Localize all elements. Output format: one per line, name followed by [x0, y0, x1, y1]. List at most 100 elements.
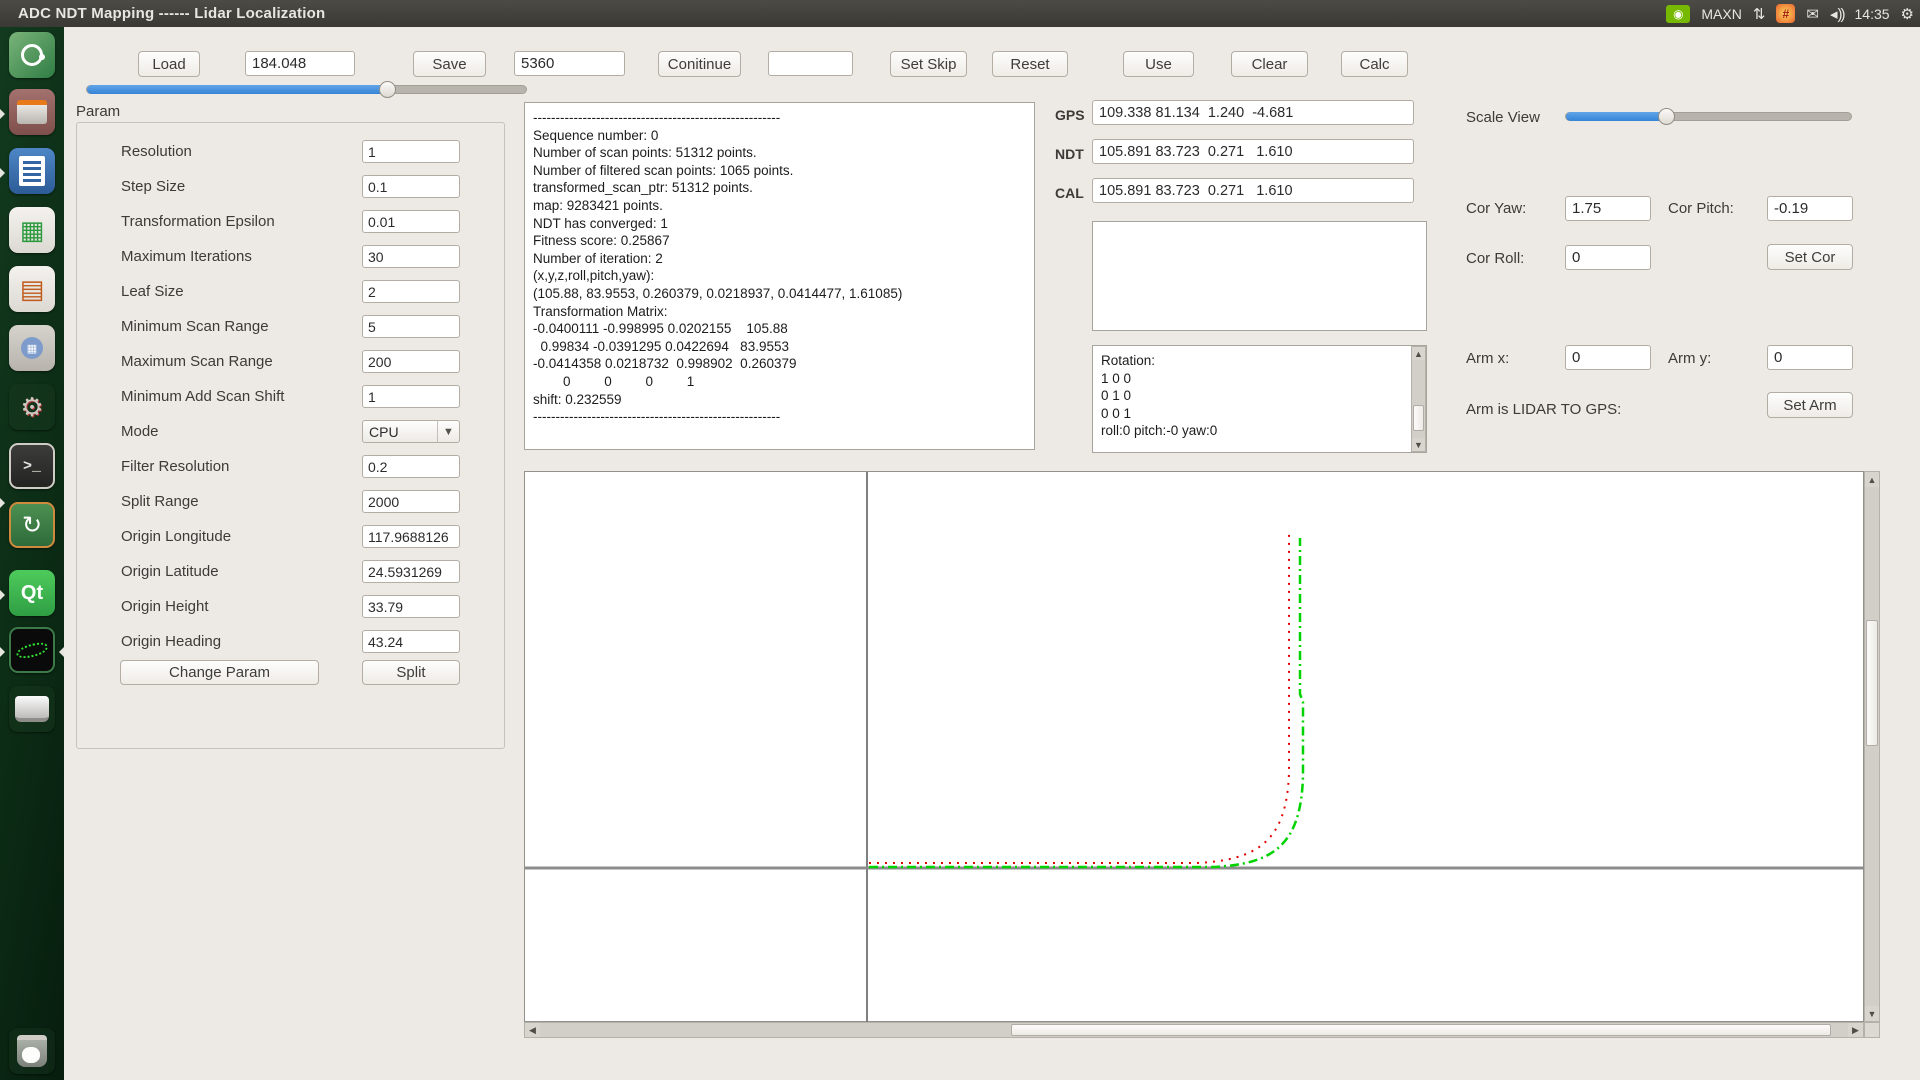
dock-item-qt-creator[interactable]: Qt — [9, 570, 55, 616]
writer-document-icon — [19, 156, 45, 186]
param-input[interactable] — [362, 280, 460, 303]
param-input[interactable] — [362, 175, 460, 198]
scroll-up-icon[interactable]: ▲ — [1412, 347, 1425, 360]
calc-button[interactable]: Calc — [1341, 51, 1408, 77]
param-input[interactable] — [362, 525, 460, 548]
use-button[interactable]: Use — [1123, 51, 1194, 77]
mode-select[interactable]: CPU▼ — [362, 420, 460, 443]
rotation-scrollbar-thumb[interactable] — [1413, 405, 1424, 431]
param-label: Origin Longitude — [121, 528, 231, 545]
dock-item-software-updater[interactable]: ↻ — [9, 502, 55, 548]
param-row-mode: ModeCPU▼ — [77, 414, 504, 449]
save-value-input[interactable] — [514, 51, 625, 76]
calc-spreadsheet-icon: ▦ — [20, 217, 45, 243]
set-skip-button[interactable]: Set Skip — [890, 51, 967, 77]
param-label: Minimum Scan Range — [121, 318, 269, 335]
dock-item-libreoffice-impress[interactable]: ▤ — [9, 266, 55, 312]
continue-value-input[interactable] — [768, 51, 853, 76]
param-input[interactable] — [362, 245, 460, 268]
ndt-label: NDT — [1055, 146, 1084, 162]
param-label: Step Size — [121, 178, 185, 195]
param-label: Origin Latitude — [121, 563, 219, 580]
dock-item-terminal[interactable]: >_ — [9, 443, 55, 489]
dock-item-disk-utility[interactable] — [9, 686, 55, 732]
plot-vscrollbar[interactable]: ▲ ▼ — [1864, 471, 1880, 1022]
rotation-scrollbar[interactable]: ▲ ▼ — [1411, 346, 1426, 452]
gpu-mode-label[interactable]: MAXN — [1701, 6, 1741, 22]
ndt-value-input[interactable] — [1092, 139, 1414, 164]
arm-y-input[interactable] — [1767, 345, 1853, 370]
param-row-minimum-scan-range: Minimum Scan Range — [77, 309, 504, 344]
dock-item-file-manager[interactable] — [9, 89, 55, 135]
nvidia-icon[interactable]: ◉ — [1666, 5, 1690, 23]
network-arrows-icon[interactable]: ⇅ — [1753, 5, 1766, 23]
terminal-prompt-icon: >_ — [23, 458, 41, 475]
dock-item-trash[interactable] — [9, 1028, 55, 1074]
dock-item-libreoffice-calc[interactable]: ▦ — [9, 207, 55, 253]
param-input[interactable] — [362, 140, 460, 163]
cor-pitch-input[interactable] — [1767, 196, 1853, 221]
scroll-down-icon[interactable]: ▼ — [1865, 1006, 1879, 1021]
set-arm-button[interactable]: Set Arm — [1767, 392, 1853, 418]
param-input[interactable] — [362, 350, 460, 373]
timeline-slider-handle[interactable] — [379, 81, 396, 98]
param-input[interactable] — [362, 630, 460, 653]
dock-item-software-center[interactable]: ▦ — [9, 325, 55, 371]
load-value-input[interactable] — [245, 51, 355, 76]
input-method-icon[interactable]: # — [1776, 4, 1795, 23]
continue-button[interactable]: Conitinue — [658, 51, 741, 77]
param-input[interactable] — [362, 210, 460, 233]
param-label: Filter Resolution — [121, 458, 229, 475]
cal-value-input[interactable] — [1092, 178, 1414, 203]
dock-item-lidar-app[interactable] — [9, 627, 55, 673]
arm-x-input[interactable] — [1565, 345, 1651, 370]
plot-hscrollbar[interactable]: ◀ ▶ — [524, 1022, 1864, 1038]
param-label: Origin Heading — [121, 633, 221, 650]
change-param-button[interactable]: Change Param — [120, 660, 319, 685]
status-box[interactable] — [1092, 221, 1427, 331]
plot-hscrollbar-thumb[interactable] — [1011, 1024, 1831, 1036]
param-input[interactable] — [362, 595, 460, 618]
param-input[interactable] — [362, 385, 460, 408]
split-button[interactable]: Split — [362, 660, 460, 685]
clock[interactable]: 14:35 — [1855, 6, 1890, 22]
mail-icon[interactable]: ✉ — [1806, 5, 1819, 23]
scale-view-slider-handle[interactable] — [1658, 108, 1675, 125]
timeline-slider[interactable] — [86, 85, 527, 94]
cal-label: CAL — [1055, 185, 1084, 201]
dock-item-ubuntu-dash[interactable] — [9, 32, 55, 78]
clear-button[interactable]: Clear — [1231, 51, 1308, 77]
gps-value-input[interactable] — [1092, 100, 1414, 125]
rotation-box[interactable]: Rotation: 1 0 0 0 1 0 0 0 1 roll:0 pitch… — [1092, 345, 1427, 453]
param-input[interactable] — [362, 560, 460, 583]
trajectory-plot — [525, 472, 1865, 1023]
plot-canvas[interactable] — [524, 471, 1864, 1022]
param-input[interactable] — [362, 315, 460, 338]
running-pip — [0, 498, 5, 508]
param-input[interactable] — [362, 455, 460, 478]
software-bag-icon: ▦ — [21, 337, 43, 359]
param-label: Resolution — [121, 143, 192, 160]
focused-pip — [59, 647, 64, 657]
trash-icon — [17, 1035, 47, 1067]
session-gear-icon[interactable]: ⚙ — [1901, 5, 1914, 23]
scale-view-slider[interactable] — [1565, 112, 1852, 121]
reset-button[interactable]: Reset — [992, 51, 1068, 77]
scroll-right-icon[interactable]: ▶ — [1848, 1023, 1863, 1037]
plot-vscrollbar-thumb[interactable] — [1866, 620, 1878, 746]
top-panel: ADC NDT Mapping ------ Lidar Localizatio… — [0, 0, 1920, 27]
set-cor-button[interactable]: Set Cor — [1767, 244, 1853, 270]
running-pip — [0, 168, 5, 178]
scroll-up-icon[interactable]: ▲ — [1865, 472, 1879, 487]
cor-yaw-input[interactable] — [1565, 196, 1651, 221]
cor-roll-input[interactable] — [1565, 245, 1651, 270]
dock-item-system-settings[interactable]: ⚙ — [9, 384, 55, 430]
param-input[interactable] — [362, 490, 460, 513]
scroll-left-icon[interactable]: ◀ — [525, 1023, 540, 1037]
dock-item-libreoffice-writer[interactable] — [9, 148, 55, 194]
save-button[interactable]: Save — [413, 51, 486, 77]
ndt-log-output[interactable]: ----------------------------------------… — [524, 102, 1035, 450]
volume-icon[interactable]: ◂)) — [1830, 5, 1844, 23]
scroll-down-icon[interactable]: ▼ — [1412, 438, 1425, 451]
load-button[interactable]: Load — [138, 51, 200, 77]
